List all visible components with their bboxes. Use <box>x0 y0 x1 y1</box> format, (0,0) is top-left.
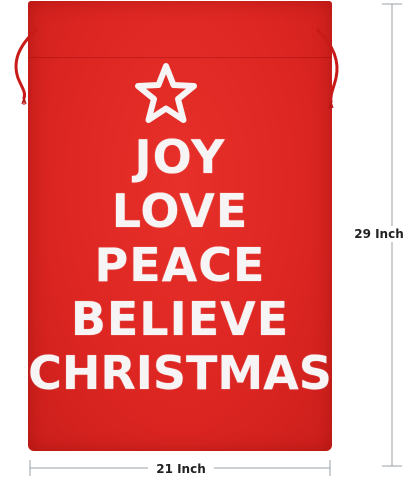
word-christmas: CHRISTMAS <box>28 346 332 400</box>
word-believe: BELIEVE <box>70 292 290 346</box>
drawstring-hem <box>28 1 332 58</box>
star-outline-icon <box>135 63 197 123</box>
word-joy: JOY <box>134 130 226 184</box>
height-label: 29 Inch <box>338 226 420 242</box>
word-love: LOVE <box>111 184 249 238</box>
printed-text: JOY LOVE PEACE BELIEVE CHRISTMAS <box>28 130 332 396</box>
width-label: 21 Inch <box>148 461 214 477</box>
word-peace: PEACE <box>94 238 266 292</box>
height-dimension-line <box>382 3 402 467</box>
